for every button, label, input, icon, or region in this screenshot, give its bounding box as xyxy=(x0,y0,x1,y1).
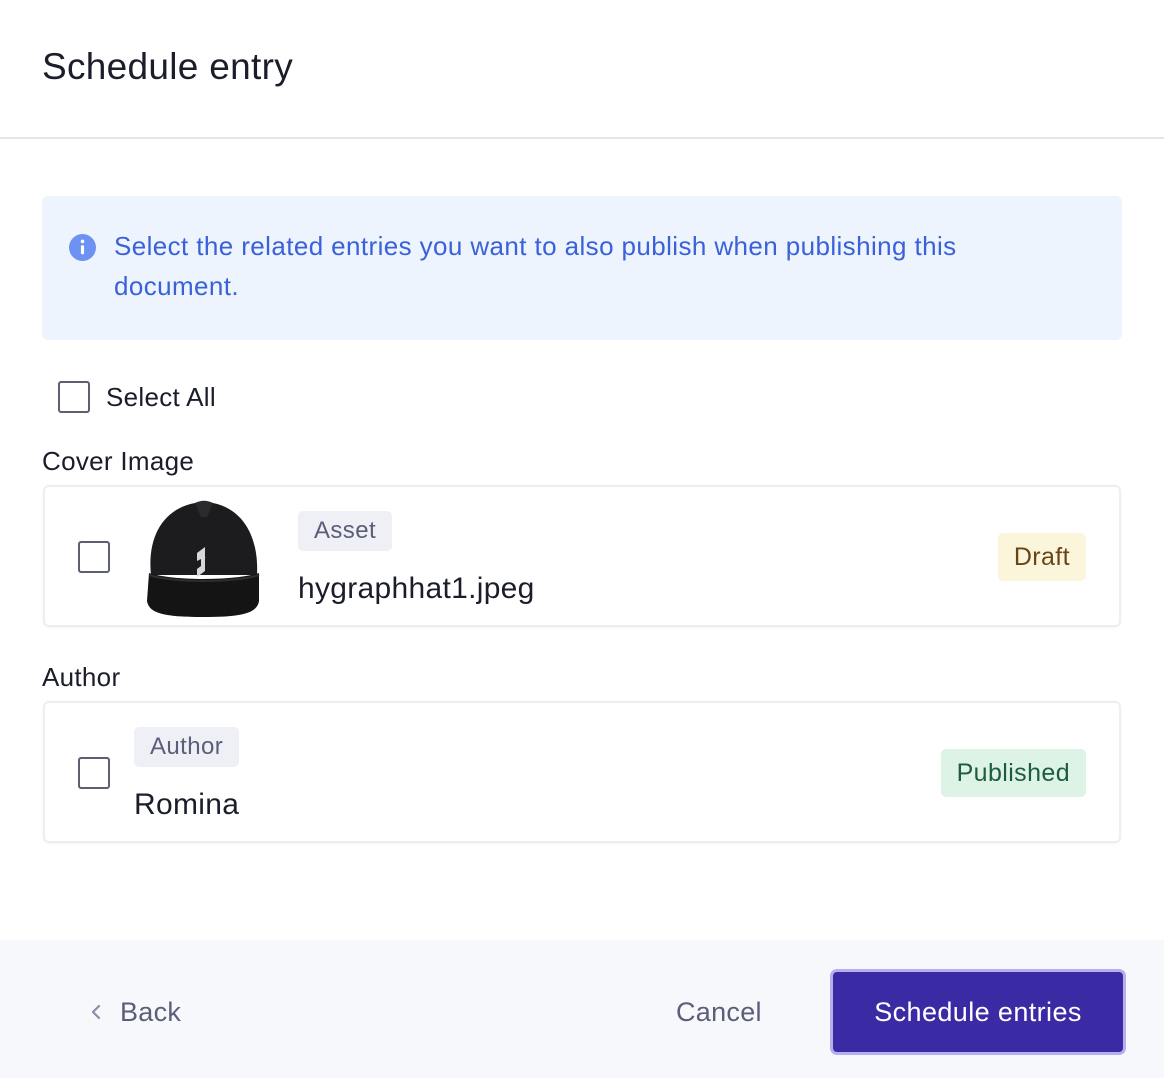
dialog-title: Schedule entry xyxy=(42,46,294,87)
entry-type-badge: Author xyxy=(134,727,240,767)
back-button-label: Back xyxy=(120,996,182,1027)
entry-card-cover-image: Asset hygraphhat1.jpeg Draft xyxy=(43,485,1121,627)
select-all-checkbox[interactable]: Select All xyxy=(58,381,216,413)
select-all-box[interactable] xyxy=(58,381,90,413)
chevron-left-icon xyxy=(91,1004,101,1020)
asset-thumbnail xyxy=(147,500,260,617)
info-text: Select the related entries you want to a… xyxy=(114,231,957,301)
entry-checkbox-author[interactable] xyxy=(78,757,110,789)
info-icon xyxy=(69,234,96,261)
dialog-header: Schedule entry xyxy=(0,0,1164,139)
section-label-author: Author xyxy=(42,662,121,692)
select-all-label: Select All xyxy=(106,381,216,412)
entry-title: Romina xyxy=(134,788,240,821)
section-label-cover-image: Cover Image xyxy=(42,446,195,476)
cancel-button[interactable]: Cancel xyxy=(676,992,762,1032)
entry-card-author: Author Romina Published xyxy=(43,701,1121,843)
dialog-footer: Back Cancel Schedule entries xyxy=(0,940,1164,1078)
schedule-entry-dialog: Schedule entry Select the related entrie… xyxy=(0,0,1164,1078)
status-badge-draft: Draft xyxy=(997,533,1086,581)
entry-title: hygraphhat1.jpeg xyxy=(298,572,535,605)
entry-checkbox-cover-image[interactable] xyxy=(78,541,110,573)
info-callout: Select the related entries you want to a… xyxy=(42,196,1122,340)
status-badge-published: Published xyxy=(940,749,1086,797)
back-button[interactable]: Back xyxy=(84,992,181,1032)
entry-type-badge: Asset xyxy=(298,511,393,551)
schedule-entries-button[interactable]: Schedule entries xyxy=(830,969,1126,1055)
